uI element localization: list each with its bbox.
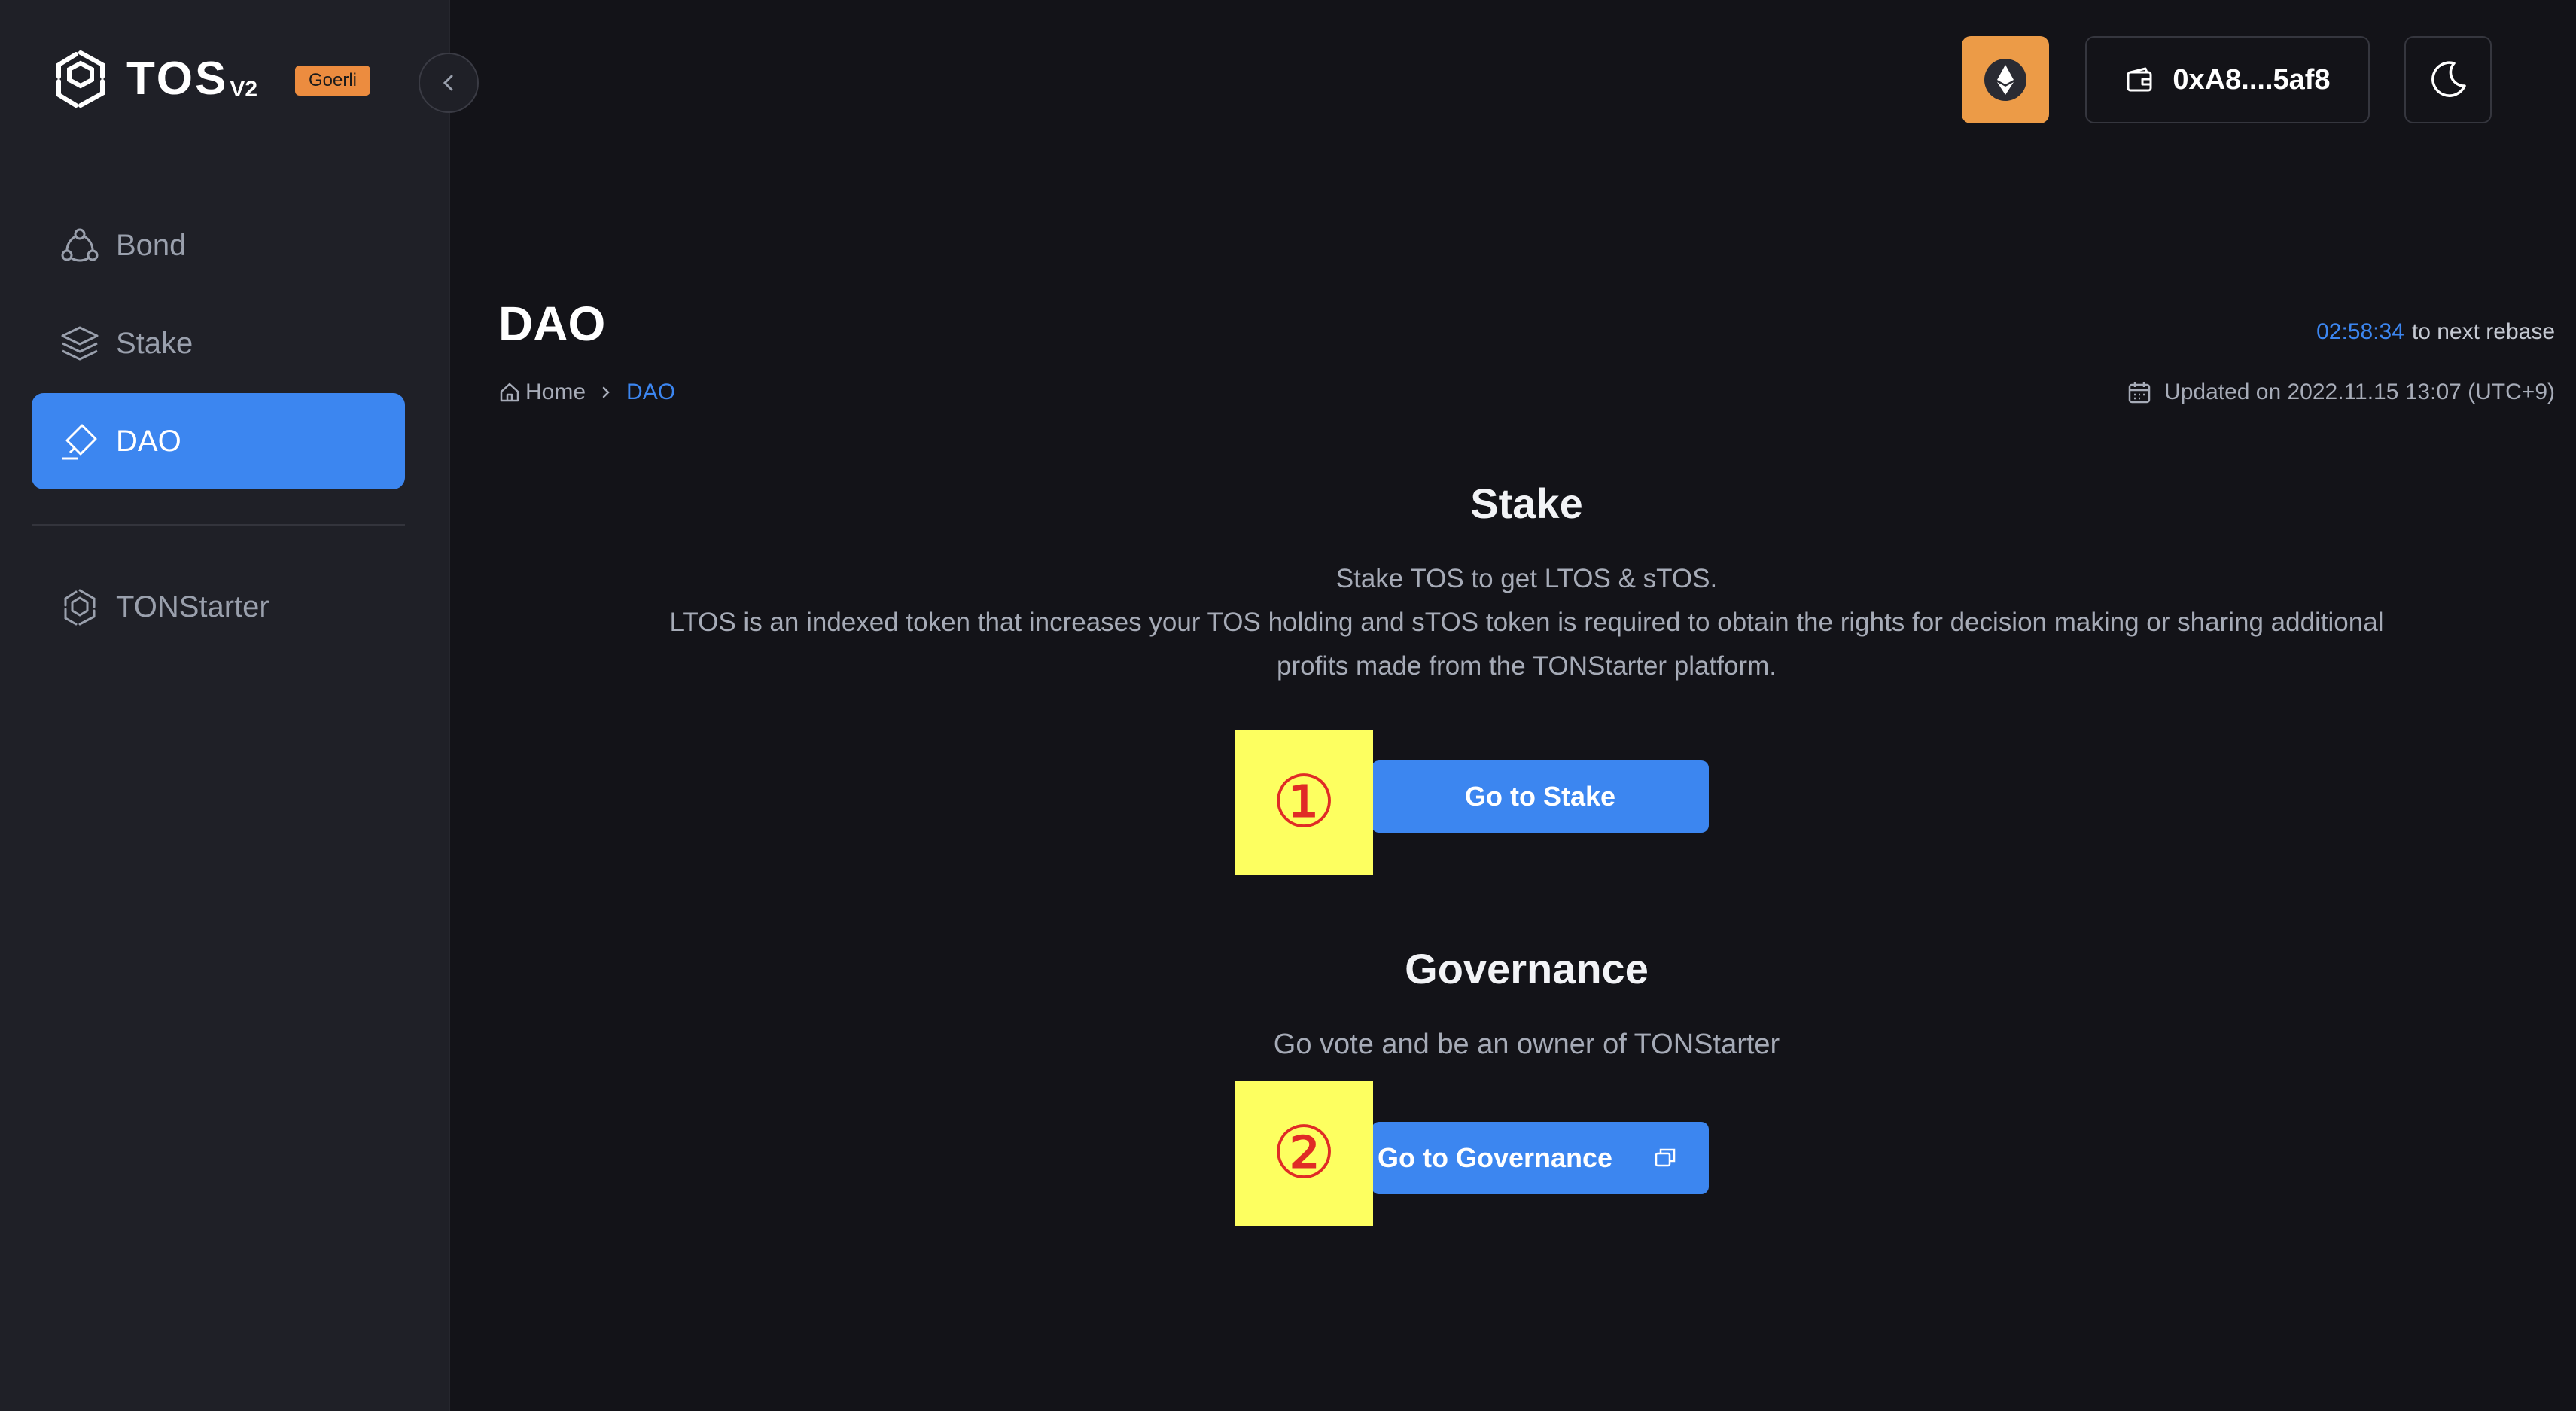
theme-toggle-button[interactable] xyxy=(2404,36,2492,123)
sidebar-item-bond[interactable]: Bond xyxy=(32,197,405,294)
button-label: Go to Stake xyxy=(1464,781,1616,812)
breadcrumb: Home DAO xyxy=(498,379,675,405)
wallet-button[interactable]: 0xA8....5af8 xyxy=(2085,36,2370,123)
calendar-icon xyxy=(2128,382,2151,404)
collapse-sidebar-button[interactable] xyxy=(419,53,479,113)
sidebar-item-label: DAO xyxy=(116,424,181,458)
updated-timestamp: Updated on 2022.11.15 13:07 (UTC+9) xyxy=(2127,379,2555,405)
updated-text: Updated on 2022.11.15 13:07 (UTC+9) xyxy=(2164,379,2555,404)
logo-text: TOS xyxy=(126,53,229,105)
wallet-icon xyxy=(2127,67,2152,92)
go-to-governance-button[interactable]: Go to Governance xyxy=(1372,1122,1709,1194)
wallet-address: 0xA8....5af8 xyxy=(2173,63,2331,96)
step-marker-1: ① xyxy=(1235,730,1373,875)
stake-description-line1: Stake TOS to get LTOS & sTOS. xyxy=(1335,564,1718,593)
dao-icon xyxy=(59,420,101,462)
logo[interactable]: TOS V2 xyxy=(48,47,257,111)
rebase-text: to next rebase xyxy=(2411,319,2555,344)
stake-description-line2: LTOS is an indexed token that increases … xyxy=(669,608,2384,681)
step-marker-number: ① xyxy=(1271,762,1337,843)
sidebar-item-stake[interactable]: Stake xyxy=(32,295,405,392)
page-title: DAO xyxy=(498,297,606,351)
button-label: Go to Governance xyxy=(1378,1142,1613,1173)
governance-description: Go vote and be an owner of TONStarter xyxy=(1273,1029,1780,1060)
step-marker-number: ② xyxy=(1271,1113,1337,1193)
home-icon xyxy=(500,382,519,402)
network-badge: Goerli xyxy=(295,66,370,96)
rebase-time: 02:58:34 xyxy=(2316,319,2404,344)
sidebar-item-label: Bond xyxy=(116,228,187,262)
go-to-stake-button[interactable]: Go to Stake xyxy=(1372,760,1709,833)
layers-icon xyxy=(59,322,101,364)
tonstarter-icon xyxy=(59,586,101,628)
breadcrumb-home[interactable]: Home xyxy=(525,379,586,405)
external-link-icon xyxy=(1655,1148,1676,1167)
sidebar: TOS V2 Goerli Bond Stake DAO TONStarter xyxy=(0,0,450,1411)
sidebar-item-label: Stake xyxy=(116,326,193,360)
breadcrumb-current: DAO xyxy=(626,379,676,404)
rebase-timer: 02:58:34 to next rebase xyxy=(2316,319,2555,345)
network-select-button[interactable] xyxy=(1962,36,2049,123)
stake-section-title: Stake xyxy=(1470,480,1583,527)
tos-logo-icon xyxy=(56,50,105,108)
sidebar-item-tonstarter[interactable]: TONStarter xyxy=(32,559,405,655)
moon-icon xyxy=(2431,61,2466,97)
logo-version: V2 xyxy=(230,77,258,102)
ethereum-icon xyxy=(1984,59,2026,101)
sidebar-item-dao[interactable]: DAO xyxy=(32,393,405,489)
sidebar-item-label: TONStarter xyxy=(116,590,269,623)
chevron-left-icon xyxy=(443,75,453,91)
app-root: TOS V2 Goerli Bond Stake DAO TONStarter … xyxy=(0,0,2576,1411)
step-marker-2: ② xyxy=(1235,1081,1373,1226)
bond-icon xyxy=(59,224,101,267)
chevron-right-icon xyxy=(602,386,610,398)
governance-section-title: Governance xyxy=(1405,945,1649,992)
